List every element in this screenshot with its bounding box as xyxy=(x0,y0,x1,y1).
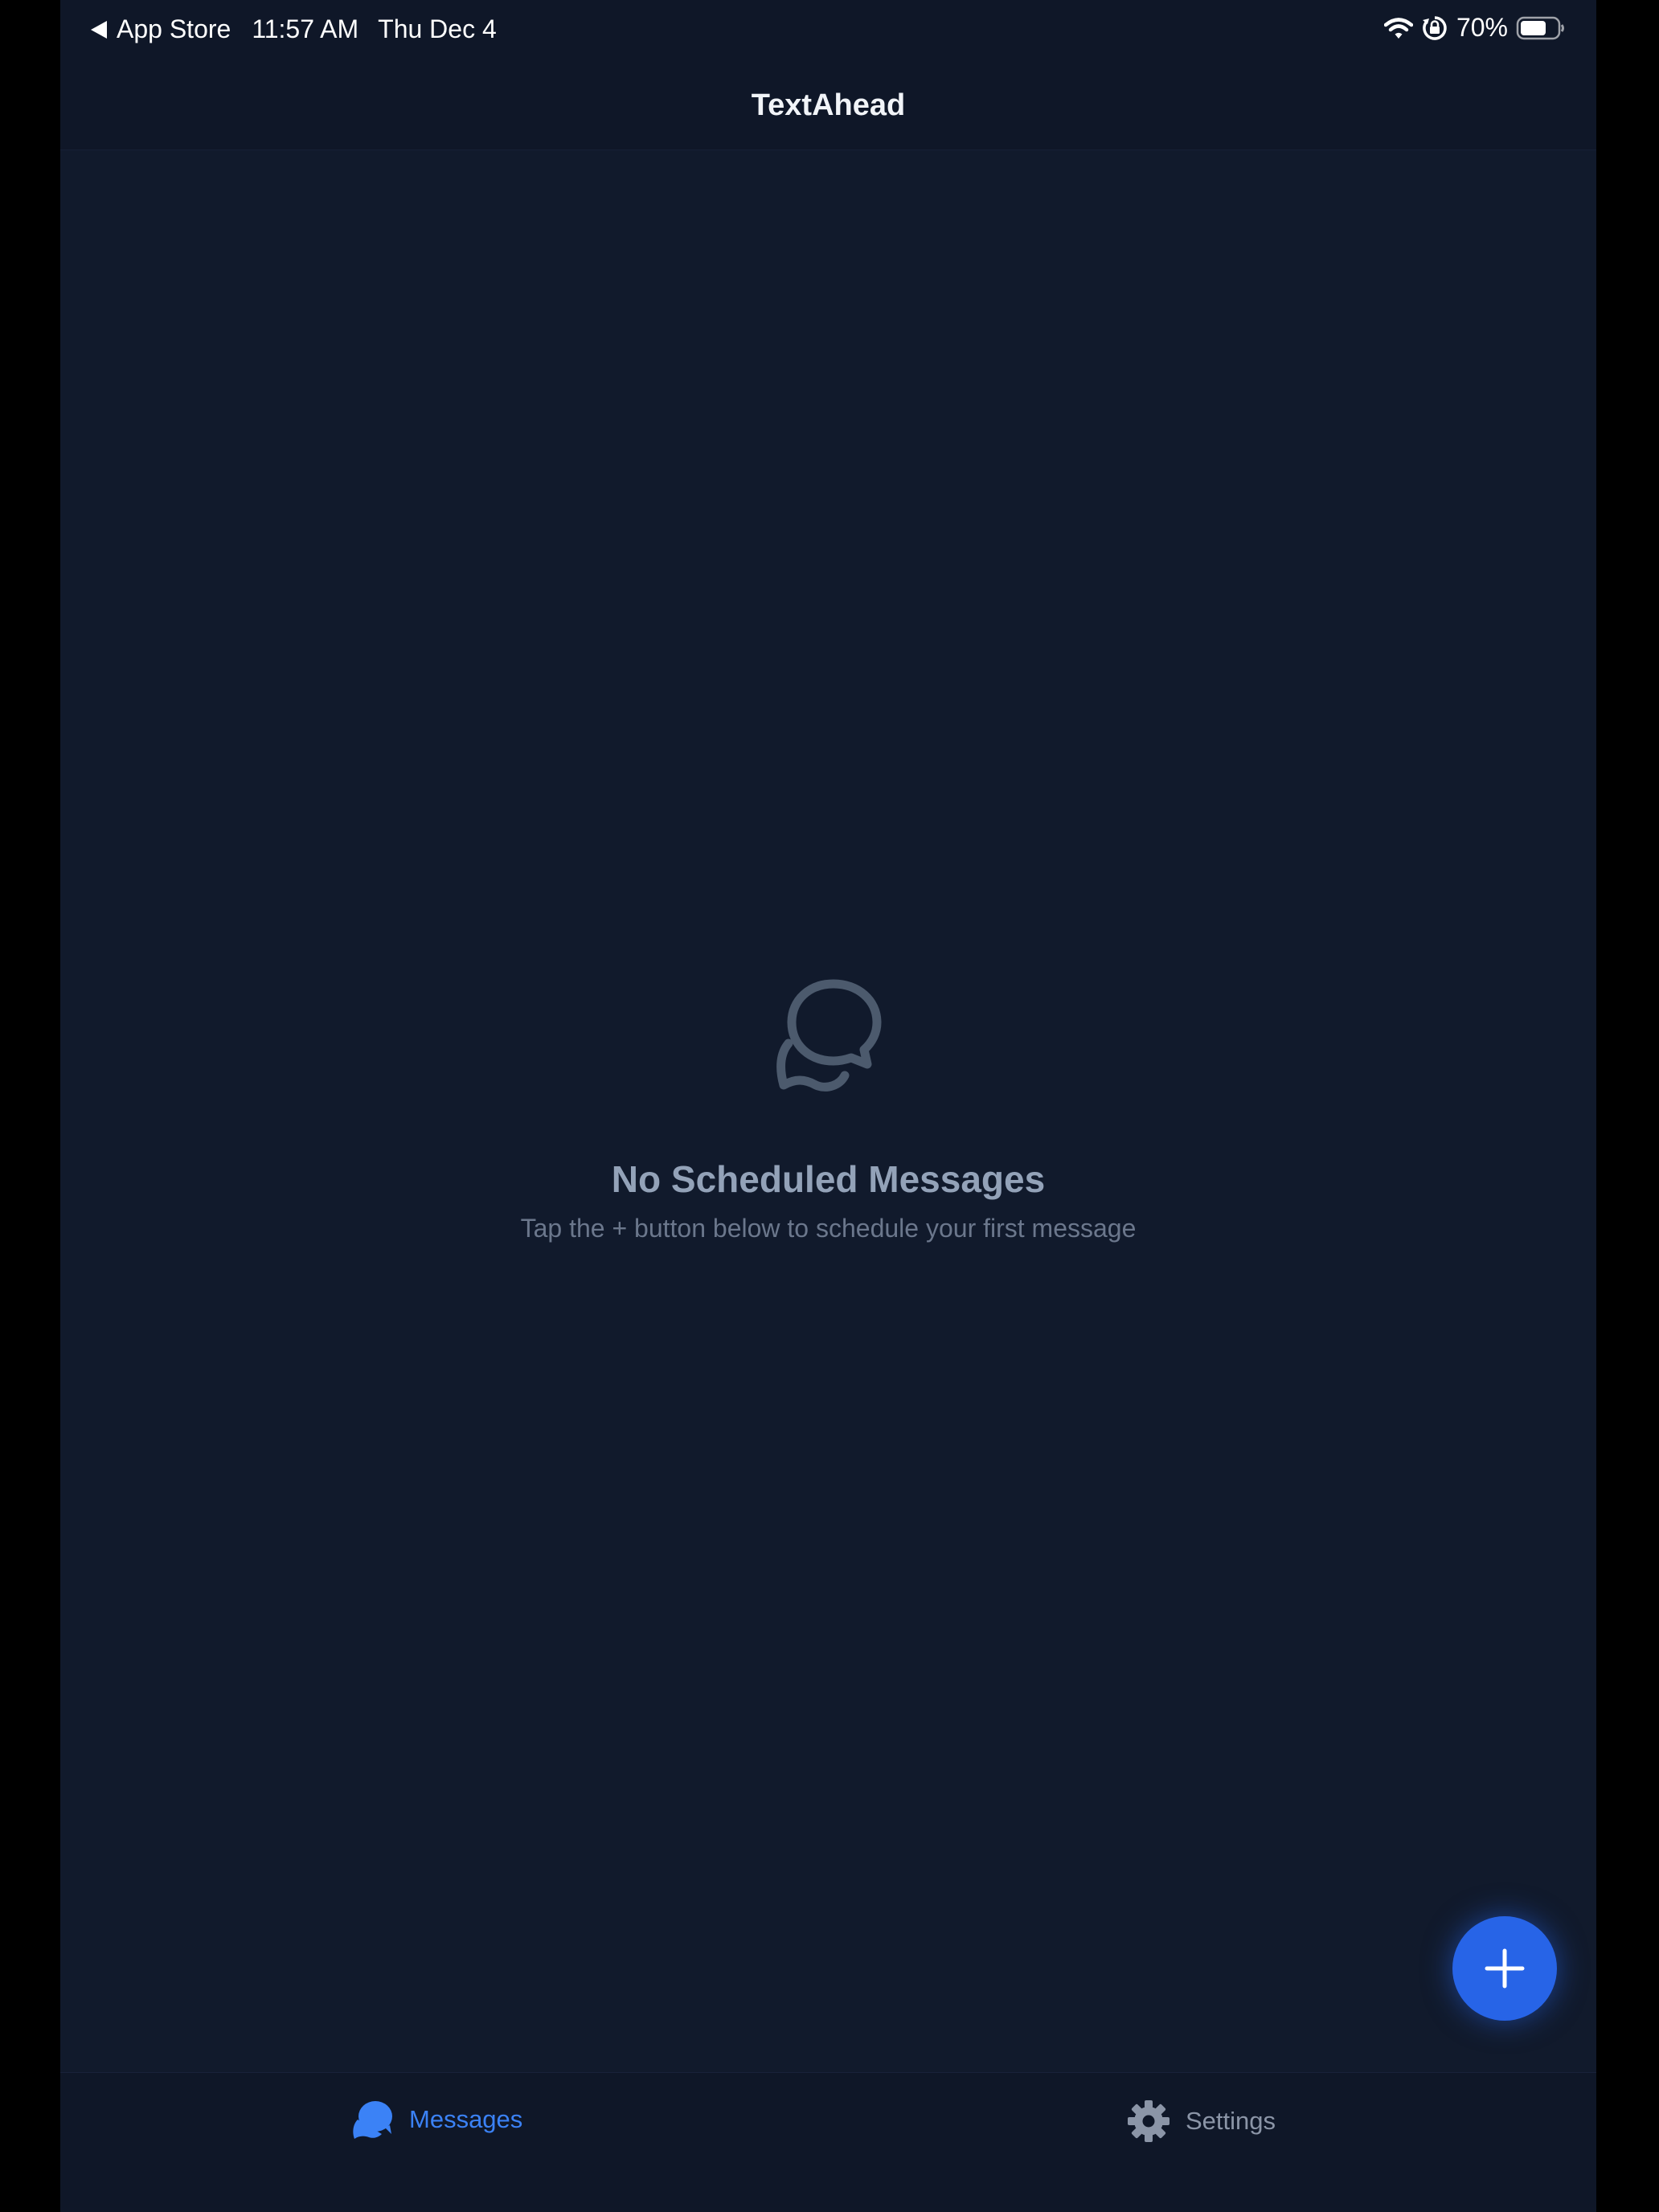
back-to-app-store-link[interactable]: App Store xyxy=(117,14,231,44)
tab-bar: Messages Settings xyxy=(60,2072,1596,2212)
app-screen: App Store 11:57 AM Thu Dec 4 70% TextAhe… xyxy=(60,0,1596,2212)
orientation-lock-icon xyxy=(1422,15,1447,40)
plus-icon xyxy=(1485,1948,1525,1989)
nav-header: TextAhead xyxy=(60,59,1596,150)
add-message-button[interactable] xyxy=(1452,1916,1557,2021)
empty-state-title: No Scheduled Messages xyxy=(611,1158,1046,1200)
tab-settings[interactable]: Settings xyxy=(1126,2099,1276,2144)
battery-percent: 70% xyxy=(1456,13,1508,42)
back-arrow-icon[interactable] xyxy=(91,20,107,39)
tab-settings-label: Settings xyxy=(1186,2107,1276,2135)
tab-messages-label: Messages xyxy=(409,2105,523,2133)
page-title: TextAhead xyxy=(751,88,906,122)
status-left: App Store 11:57 AM Thu Dec 4 xyxy=(91,14,497,44)
empty-state: No Scheduled Messages Tap the + button b… xyxy=(60,973,1596,1243)
status-bar: App Store 11:57 AM Thu Dec 4 70% xyxy=(60,0,1596,59)
tab-messages[interactable]: Messages xyxy=(350,2099,522,2140)
gear-icon xyxy=(1128,2100,1169,2142)
empty-state-subtitle: Tap the + button below to schedule your … xyxy=(520,1214,1137,1243)
chat-bubbles-icon xyxy=(776,979,881,1092)
chat-bubbles-icon xyxy=(353,2101,392,2139)
wifi-icon xyxy=(1383,17,1413,39)
status-date: Thu Dec 4 xyxy=(378,14,497,43)
battery-icon xyxy=(1516,16,1564,39)
status-time: 11:57 AM xyxy=(252,14,359,43)
status-right: 70% xyxy=(1383,13,1566,43)
